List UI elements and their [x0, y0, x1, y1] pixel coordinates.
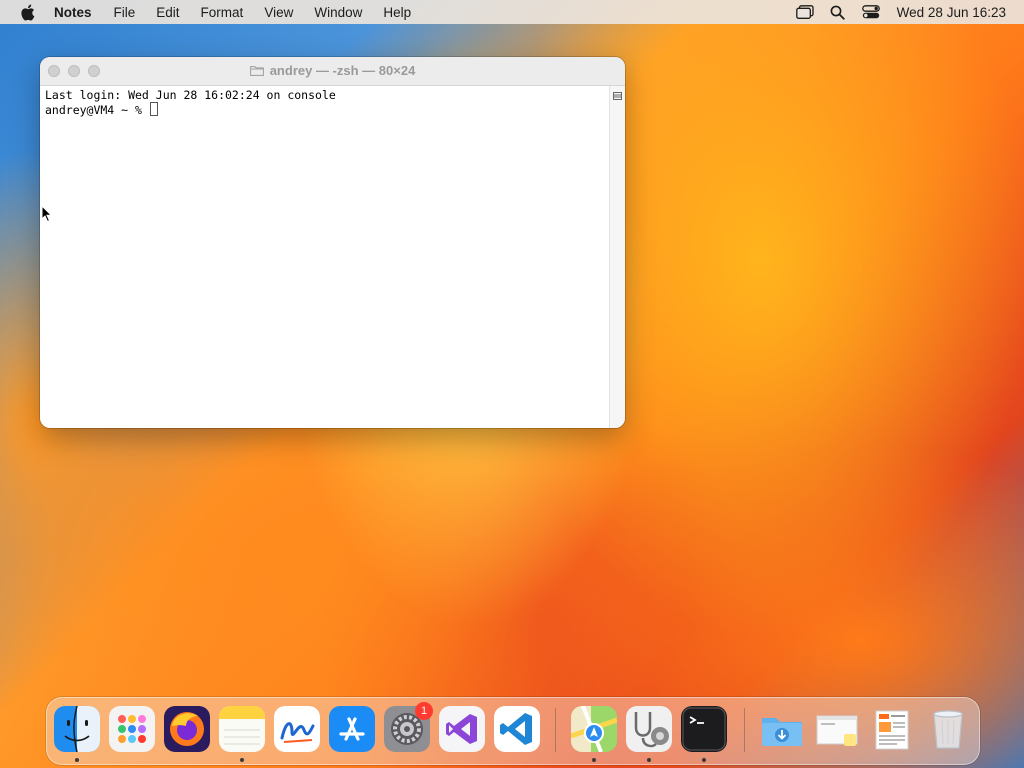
menu-bar-clock[interactable]: Wed 28 Jun 16:23: [897, 5, 1006, 20]
disk-utility-icon[interactable]: [626, 706, 672, 752]
firefox-icon[interactable]: [164, 706, 210, 752]
menu-view[interactable]: View: [264, 5, 293, 20]
terminal-content[interactable]: Last login: Wed Jun 28 16:02:24 on conso…: [40, 86, 610, 428]
vscode-icon[interactable]: [494, 706, 540, 752]
terminal-window[interactable]: andrey — -zsh — 80×24 Last login: Wed Ju…: [40, 57, 625, 428]
menu-help[interactable]: Help: [383, 5, 411, 20]
spotlight-search-icon[interactable]: [827, 3, 849, 21]
apple-menu-icon[interactable]: [18, 3, 36, 21]
terminal-title-bar[interactable]: andrey — -zsh — 80×24: [40, 57, 625, 86]
stage-manager-icon[interactable]: [794, 3, 816, 21]
split-pane-icon[interactable]: [613, 87, 622, 100]
terminal-window-title: andrey — -zsh — 80×24: [40, 63, 625, 78]
disk-utility-running-indicator: [647, 758, 651, 762]
trash-icon[interactable]: [925, 706, 971, 752]
app-store-icon[interactable]: [329, 706, 375, 752]
notes-icon[interactable]: [219, 706, 265, 752]
downloads-folder-icon[interactable]: [759, 706, 805, 752]
menu-window[interactable]: Window: [314, 5, 362, 20]
mouse-pointer-icon: [41, 204, 53, 223]
terminal-prompt: andrey@VM4 ~ %: [45, 103, 149, 117]
dock-separator-stacks: [744, 708, 745, 752]
notes-running-indicator: [240, 758, 244, 762]
maps-icon[interactable]: [571, 706, 617, 752]
menu-app-notes[interactable]: Notes: [54, 5, 92, 20]
finder-running-indicator: [75, 758, 79, 762]
menu-bar: Notes File Edit Format View Window Help …: [0, 0, 1024, 24]
terminal-title-text: andrey — -zsh — 80×24: [269, 63, 416, 78]
folder-icon: [249, 64, 264, 76]
system-settings-badge: 1: [415, 702, 433, 720]
terminal-icon[interactable]: [681, 706, 727, 752]
menu-file[interactable]: File: [114, 5, 136, 20]
visual-studio-icon[interactable]: [439, 706, 485, 752]
menu-extras: Wed 28 Jun 16:23: [794, 0, 1024, 24]
document-stack-icon[interactable]: [869, 706, 915, 752]
screenshot-stack-icon[interactable]: [814, 706, 860, 752]
freeform-icon[interactable]: [274, 706, 320, 752]
terminal-prompt-line: andrey@VM4 ~ %: [45, 102, 605, 117]
terminal-cursor: [149, 102, 158, 116]
maps-running-indicator: [592, 758, 596, 762]
finder-icon[interactable]: [54, 706, 100, 752]
terminal-scrollbar[interactable]: [609, 86, 625, 428]
terminal-running-indicator: [702, 758, 706, 762]
launchpad-icon[interactable]: [109, 706, 155, 752]
dock: 1: [46, 697, 980, 765]
menu-edit[interactable]: Edit: [156, 5, 179, 20]
control-center-icon[interactable]: [860, 3, 882, 21]
dock-separator: [555, 708, 556, 752]
terminal-line-last-login: Last login: Wed Jun 28 16:02:24 on conso…: [45, 88, 336, 102]
menu-format[interactable]: Format: [201, 5, 244, 20]
